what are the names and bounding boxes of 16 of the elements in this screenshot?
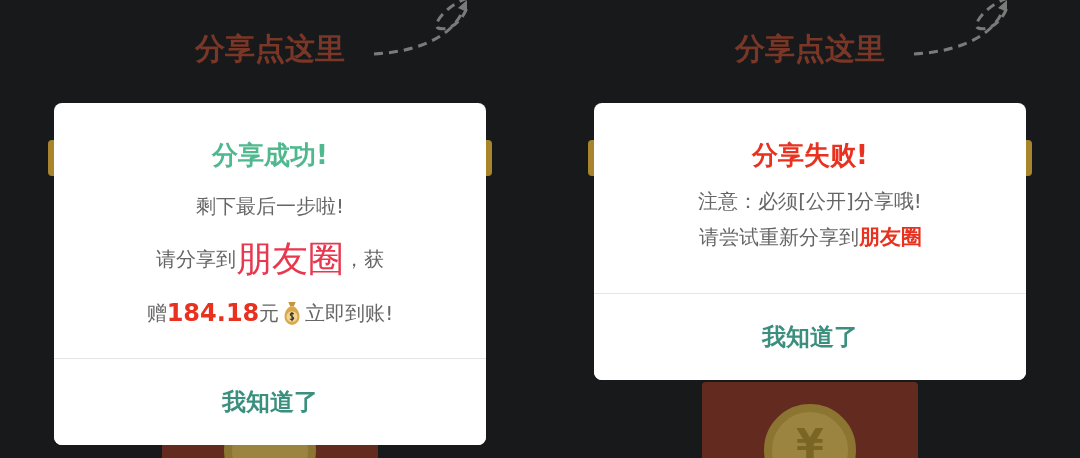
- dialog-title: 分享成功!: [212, 139, 328, 172]
- dialog-title: 分享失败!: [752, 139, 868, 172]
- share-hint: 分享点这里: [735, 30, 885, 68]
- message-text: 元: [259, 299, 280, 327]
- highlight-text: 朋友圈: [236, 237, 344, 281]
- amount-text: 184.18: [166, 299, 260, 327]
- message-text: 立即到账!: [305, 299, 394, 327]
- message-text: 剩下最后一步啦!: [196, 192, 344, 220]
- message-text: 注意：必须[公开]分享哦!: [698, 187, 922, 215]
- share-hint: 分享点这里: [195, 30, 345, 68]
- message-text: 赠: [146, 299, 167, 327]
- message-text: 请尝试重新分享到: [698, 223, 859, 251]
- coin: ¥: [764, 404, 856, 458]
- message-text: ，获: [344, 246, 384, 273]
- message-text: 请分享到: [156, 246, 236, 273]
- highlight-text: 朋友圈: [858, 224, 922, 251]
